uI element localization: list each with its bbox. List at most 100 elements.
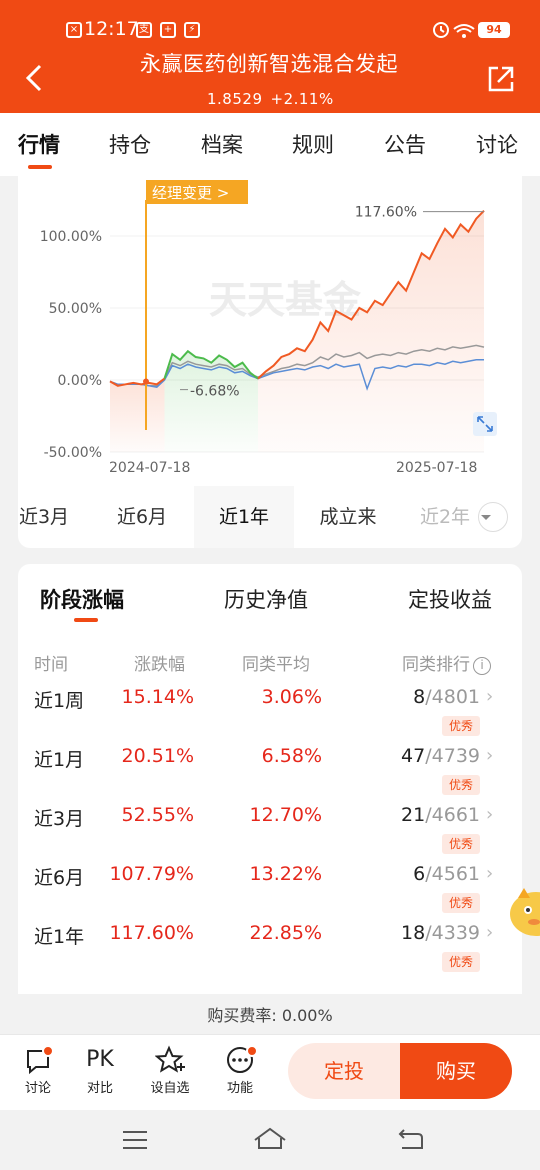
add-watchlist-button[interactable]: 设自选: [142, 1043, 198, 1103]
range-expand-button[interactable]: [478, 502, 508, 532]
tab-period-returns[interactable]: 阶段涨幅: [40, 584, 124, 614]
row-rank: 47/4739: [318, 745, 480, 767]
notification-dot: [246, 1045, 258, 1057]
row-change: 20.51%: [121, 745, 194, 767]
rank-total: /4339: [425, 922, 480, 944]
rank-badge: 优秀: [442, 952, 480, 972]
row-avg: 13.22%: [249, 863, 322, 885]
rank-total: /4801: [425, 686, 480, 708]
tab-rules[interactable]: 规则: [292, 129, 334, 159]
row-rank: 21/4661: [318, 804, 480, 826]
manager-change-label: 经理变更 >: [152, 184, 229, 202]
x-tick-start: 2024-07-18: [109, 460, 190, 476]
purchase-fee: 购买费率: 0.00%: [207, 1006, 333, 1025]
low-label: -6.68%: [190, 384, 240, 400]
row-period: 近1周: [34, 690, 85, 712]
chevron-right-icon: ›: [486, 863, 494, 884]
back-button[interactable]: [24, 62, 48, 96]
functions-label: 功能: [226, 1081, 253, 1096]
nav-value: 1.8529: [207, 90, 263, 108]
share-icon: [488, 66, 514, 92]
rank-value: 6: [413, 863, 426, 885]
range-2y[interactable]: 近2年: [418, 486, 472, 548]
expand-chart-button[interactable]: [473, 412, 497, 436]
chart-areas: [110, 210, 484, 452]
range-1y[interactable]: 近1年: [194, 486, 294, 548]
tab-holdings[interactable]: 持仓: [109, 129, 151, 159]
table-row[interactable]: 近1周 15.14% 3.06% 8/4801 › 优秀: [18, 686, 522, 746]
mascot-assistant[interactable]: [508, 886, 540, 938]
row-period: 近1年: [34, 926, 85, 948]
table-row[interactable]: 近3月 52.55% 12.70% 21/4661 › 优秀: [18, 804, 522, 864]
system-nav-bar: [0, 1110, 540, 1170]
header-period: 时间: [34, 655, 68, 675]
notification-icon: 支: [136, 22, 152, 38]
table-row[interactable]: 近6月 107.79% 13.22% 6/4561 › 优秀: [18, 863, 522, 923]
range-since-inception[interactable]: 成立来: [306, 486, 390, 548]
row-period: 近1月: [34, 749, 85, 771]
tab-sip-returns[interactable]: 定投收益: [408, 584, 492, 614]
back-nav-icon[interactable]: [396, 1126, 426, 1154]
alarm-wifi-icon: [433, 22, 475, 38]
discuss-button[interactable]: 讨论: [10, 1043, 66, 1103]
tab-active-indicator: [28, 165, 52, 169]
buy-button[interactable]: 购买: [400, 1043, 512, 1099]
header-category-avg: 同类平均: [242, 655, 310, 675]
menu-icon[interactable]: [120, 1128, 150, 1152]
y-tick-label: 50.00%: [49, 301, 102, 317]
tab-nav-history[interactable]: 历史净值: [224, 584, 308, 614]
peak-label: 117.60%: [355, 205, 417, 221]
table-row[interactable]: 近1月 20.51% 6.58% 47/4739 › 优秀: [18, 745, 522, 805]
more-icon: [212, 1043, 268, 1077]
row-avg: 12.70%: [249, 804, 322, 826]
performance-chart[interactable]: 天天基金 经理变更 >117.60%-6.68% 100.00%50.00%0.…: [18, 176, 522, 486]
battery-indicator: 94: [478, 22, 510, 38]
header-category-rank: 同类排行 i: [402, 650, 491, 675]
chart-card: 天天基金 经理变更 >117.60% -6.68% 100.00% 50.00% 0.…: [18, 176, 522, 548]
row-rank: 8/4801: [318, 686, 480, 708]
add-watchlist-label: 设自选: [150, 1081, 190, 1096]
tab-profile[interactable]: 档案: [201, 129, 243, 159]
table-row[interactable]: 近1年 117.60% 22.85% 18/4339 › 优秀: [18, 922, 522, 982]
pk-icon: PK: [86, 1047, 114, 1072]
range-selector: 近3月 近6月 近1年 成立来 近2年: [18, 486, 522, 548]
notification-icon: ×: [66, 22, 82, 38]
row-change: 15.14%: [121, 686, 194, 708]
manager-change-point: [143, 378, 149, 385]
row-rank: 6/4561: [318, 863, 480, 885]
notification-icon: +: [160, 22, 176, 38]
share-button[interactable]: [486, 64, 516, 94]
range-6m[interactable]: 近6月: [100, 486, 184, 548]
chevron-down-icon: [481, 515, 491, 520]
rank-value: 8: [413, 686, 426, 708]
rank-value: 47: [401, 745, 426, 767]
chat-icon: [10, 1043, 66, 1077]
notification-dot: [42, 1045, 54, 1057]
row-period: 近6月: [34, 867, 85, 889]
row-avg: 6.58%: [261, 745, 322, 767]
compare-button[interactable]: PK 对比: [72, 1043, 128, 1103]
rank-badge: 优秀: [442, 716, 480, 736]
y-tick-label: -50.00%: [44, 445, 102, 461]
chevron-right-icon: ›: [486, 804, 494, 825]
functions-button[interactable]: 功能: [212, 1043, 268, 1103]
info-icon[interactable]: i: [473, 657, 491, 675]
discuss-label: 讨论: [24, 1081, 51, 1096]
tab-discussion[interactable]: 讨论: [476, 129, 518, 159]
tab-announcements[interactable]: 公告: [384, 129, 426, 159]
fund-area-early: [110, 378, 165, 452]
y-tick-label: 100.00%: [40, 229, 102, 245]
chevron-right-icon: ›: [486, 686, 494, 707]
bottom-action-bar: 讨论 PK 对比 设自选 功能 定投 购买: [0, 1034, 540, 1110]
rank-badge: 优秀: [442, 893, 480, 913]
home-icon[interactable]: [252, 1124, 288, 1154]
sip-button[interactable]: 定投: [288, 1043, 400, 1099]
fund-nav: 1.8529 +2.11%: [207, 90, 342, 108]
rank-value: 21: [401, 804, 426, 826]
range-3m[interactable]: 近3月: [18, 486, 70, 548]
tab-market[interactable]: 行情: [18, 129, 60, 159]
row-change: 107.79%: [109, 863, 194, 885]
fund-area: [258, 210, 484, 452]
row-change: 52.55%: [121, 804, 194, 826]
star-add-icon: [142, 1043, 198, 1077]
